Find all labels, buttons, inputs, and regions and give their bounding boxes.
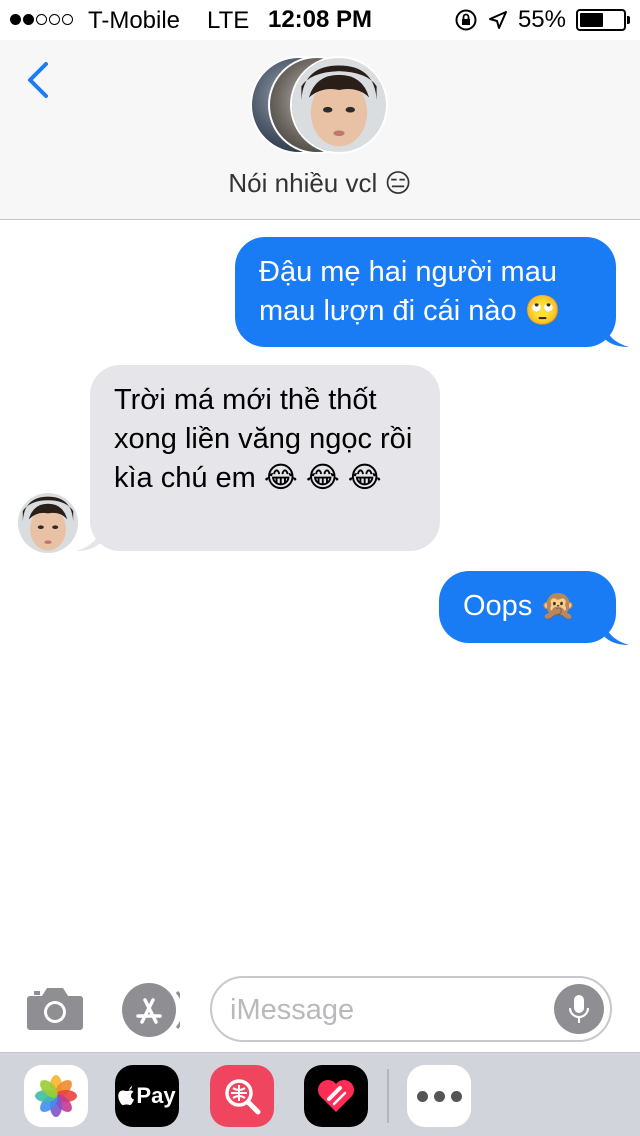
message-thread: Đậu mẹ hai người mau mau lượn đi cái nào… <box>0 221 640 971</box>
digital-touch-icon <box>318 1080 354 1112</box>
battery-icon <box>576 9 626 31</box>
compose-bar <box>0 968 640 1052</box>
back-button[interactable] <box>18 58 62 102</box>
bubble-tail <box>603 619 629 645</box>
app-drawer: Pay <box>0 1052 640 1136</box>
conversation-title[interactable]: Nói nhiều vcl 😑 <box>0 168 640 199</box>
outgoing-message-bubble[interactable]: Oops 🙊 <box>439 571 616 643</box>
conversation-header: Nói nhiều vcl 😑 <box>0 40 640 220</box>
avatar <box>290 56 388 154</box>
battery-percentage: 55% <box>517 6 566 33</box>
bubble-tail <box>603 321 629 347</box>
back-chevron-icon <box>28 62 48 98</box>
image-search-app-button[interactable] <box>210 1065 274 1127</box>
incoming-message-bubble[interactable]: Trời má mới thề thốt xong liền văng ngọc… <box>90 365 440 551</box>
message-input-field[interactable] <box>210 976 612 1042</box>
photos-app-button[interactable] <box>24 1065 88 1127</box>
app-store-button[interactable] <box>120 980 186 1040</box>
app-store-icon <box>122 983 186 1037</box>
group-avatars[interactable] <box>250 56 390 156</box>
more-apps-button[interactable] <box>407 1065 471 1127</box>
status-bar: T-Mobile LTE 12:08 PM 55% <box>0 0 640 40</box>
microphone-button[interactable] <box>554 984 604 1034</box>
apple-pay-app-button[interactable]: Pay <box>115 1065 179 1127</box>
image-search-icon <box>225 1079 261 1115</box>
more-icon <box>416 1090 462 1102</box>
sender-avatar[interactable] <box>18 493 78 553</box>
apple-pay-icon <box>118 1086 135 1106</box>
location-arrow-icon <box>488 11 507 29</box>
outgoing-message-bubble[interactable]: Đậu mẹ hai người mau mau lượn đi cái nào… <box>235 237 616 347</box>
camera-icon <box>27 988 83 1030</box>
photos-icon <box>35 1075 77 1117</box>
drawer-divider <box>387 1069 389 1123</box>
message-input[interactable] <box>230 990 550 1030</box>
apple-pay-label: Pay <box>136 1083 176 1108</box>
digital-touch-app-button[interactable] <box>304 1065 368 1127</box>
orientation-lock-icon <box>455 9 477 31</box>
microphone-icon <box>568 995 590 1023</box>
camera-button[interactable] <box>26 982 84 1032</box>
